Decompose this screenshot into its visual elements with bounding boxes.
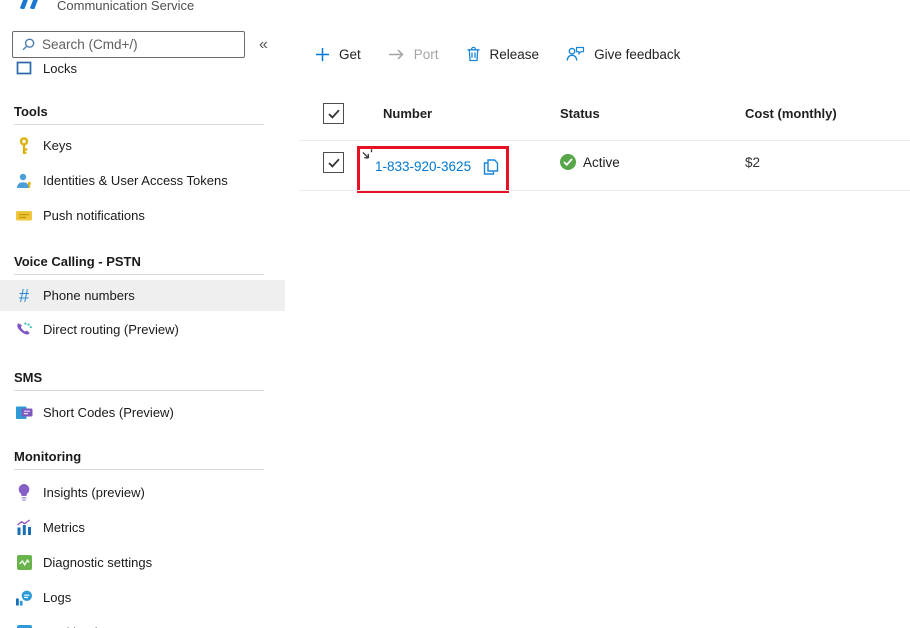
sidebar-item-direct-routing[interactable]: Direct routing (Preview) bbox=[0, 311, 285, 347]
arrow-right-icon bbox=[388, 47, 405, 62]
active-status-icon bbox=[560, 154, 576, 170]
person-icon bbox=[14, 171, 34, 191]
sidebar-item-label: Diagnostic settings bbox=[43, 555, 152, 570]
sidebar-item-logs[interactable]: Logs bbox=[0, 580, 285, 615]
select-all-checkbox[interactable] bbox=[323, 103, 344, 124]
page: Communication Service « Locks Tools bbox=[0, 0, 910, 628]
phone-icon bbox=[14, 319, 34, 339]
search-input[interactable] bbox=[42, 37, 244, 52]
page-title: Communication Service bbox=[57, 0, 194, 13]
column-header-status[interactable]: Status bbox=[560, 106, 600, 121]
sidebar-item-label: Direct routing (Preview) bbox=[43, 322, 179, 337]
get-button-label: Get bbox=[339, 47, 361, 62]
collapse-sidebar-button[interactable]: « bbox=[259, 36, 268, 54]
sidebar-item-phone-numbers[interactable]: # Phone numbers bbox=[0, 280, 285, 311]
main-content: Get Port Release Give fee bbox=[285, 0, 910, 628]
release-button[interactable]: Release bbox=[466, 46, 540, 62]
port-button[interactable]: Port bbox=[388, 47, 439, 62]
sidebar-item-label: Keys bbox=[43, 138, 72, 153]
service-logo-icon bbox=[18, 0, 42, 14]
section-title-monitoring: Monitoring bbox=[0, 446, 285, 466]
sidebar-item-push-notifications[interactable]: Push notifications bbox=[0, 198, 285, 233]
plus-icon bbox=[315, 47, 330, 62]
metrics-icon bbox=[14, 518, 34, 538]
sidebar-search bbox=[12, 31, 245, 58]
feedback-icon bbox=[566, 46, 585, 62]
sidebar-item-keys[interactable]: Keys bbox=[0, 128, 285, 163]
logs-icon bbox=[14, 588, 34, 608]
check-icon bbox=[328, 158, 340, 168]
phone-number-link[interactable]: 1-833-920-3625 bbox=[375, 159, 471, 174]
divider bbox=[14, 469, 264, 470]
sidebar-item-label: Push notifications bbox=[43, 208, 145, 223]
column-header-cost[interactable]: Cost (monthly) bbox=[745, 106, 837, 121]
check-icon bbox=[328, 109, 340, 119]
sidebar-item-label: Logs bbox=[43, 590, 71, 605]
get-button[interactable]: Get bbox=[315, 47, 361, 62]
sidebar-nav: Locks Tools Keys bbox=[0, 55, 285, 628]
bulb-icon bbox=[14, 483, 34, 503]
section-title-sms: SMS bbox=[0, 367, 285, 387]
sidebar-item-label: Metrics bbox=[43, 520, 85, 535]
section-title-tools: Tools bbox=[0, 101, 285, 121]
status-badge: Active bbox=[583, 155, 620, 170]
copy-icon[interactable] bbox=[481, 157, 500, 182]
hash-icon: # bbox=[14, 286, 34, 306]
row-checkbox[interactable] bbox=[323, 152, 344, 173]
section-title-voice-calling: Voice Calling - PSTN bbox=[0, 251, 285, 271]
divider bbox=[14, 274, 264, 275]
column-header-number[interactable]: Number bbox=[383, 106, 432, 121]
give-feedback-button-label: Give feedback bbox=[594, 47, 680, 62]
release-button-label: Release bbox=[490, 47, 540, 62]
chat-icon bbox=[14, 402, 34, 422]
sidebar-item-diagnostic-settings[interactable]: Diagnostic settings bbox=[0, 545, 285, 580]
trash-icon bbox=[466, 46, 481, 62]
sidebar: Communication Service « Locks Tools bbox=[0, 0, 285, 628]
diagnostics-icon bbox=[14, 553, 34, 573]
command-bar: Get Port Release Give fee bbox=[315, 40, 680, 68]
port-button-label: Port bbox=[414, 47, 439, 62]
sidebar-item-short-codes[interactable]: Short Codes (Preview) bbox=[0, 396, 285, 428]
click-cursor-icon bbox=[361, 148, 375, 167]
sidebar-item-identities[interactable]: Identities & User Access Tokens bbox=[0, 163, 285, 198]
lock-icon bbox=[14, 58, 34, 78]
sidebar-item-label: Locks bbox=[43, 61, 77, 76]
status-cell: Active bbox=[560, 154, 620, 170]
sidebar-item-label: Insights (preview) bbox=[43, 485, 145, 500]
sidebar-item-workbooks[interactable]: Workbooks bbox=[0, 615, 285, 628]
sidebar-item-label: Short Codes (Preview) bbox=[43, 405, 174, 420]
workbooks-icon bbox=[14, 623, 34, 628]
sidebar-item-label: Phone numbers bbox=[43, 288, 135, 303]
give-feedback-button[interactable]: Give feedback bbox=[566, 46, 680, 62]
sidebar-item-label: Identities & User Access Tokens bbox=[43, 173, 228, 188]
notification-icon bbox=[14, 206, 34, 226]
sidebar-item-insights[interactable]: Insights (preview) bbox=[0, 475, 285, 510]
divider bbox=[299, 190, 910, 191]
cost-cell: $2 bbox=[745, 155, 760, 170]
sidebar-item-locks[interactable]: Locks bbox=[0, 55, 285, 81]
sidebar-item-metrics[interactable]: Metrics bbox=[0, 510, 285, 545]
divider bbox=[14, 124, 264, 125]
search-icon bbox=[21, 37, 36, 52]
divider bbox=[14, 390, 264, 391]
key-icon bbox=[14, 136, 34, 156]
divider bbox=[299, 140, 910, 141]
